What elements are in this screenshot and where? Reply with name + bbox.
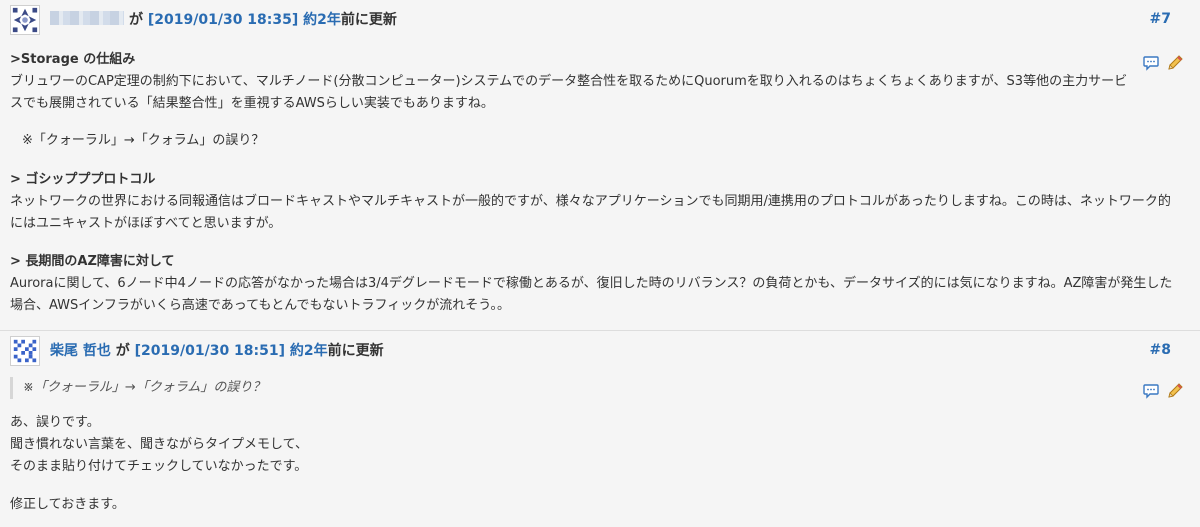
paragraph-line: 聞き慣れない言葉を、聞きながらタイプメモして、 [10,437,308,452]
paragraph-line: ブリュワーのCAP定理の制約下において、マルチノード(分散コンピューター)システ… [10,74,1128,89]
section-heading: >Storage の仕組み [10,52,136,67]
speech-bubble-icon[interactable] [1142,382,1160,400]
journal-actions [1142,382,1184,400]
author-suffix: が [115,343,130,359]
quoted-text: ※「クォーラル」→「クォラム」の誤り？ [10,377,410,399]
author-suffix: が [129,12,143,28]
paragraph-line: あ、誤りです。 [10,415,100,430]
paragraph-line: ネットワークの世界における同報通信はブロードキャストやマルチキャストが一般的です… [10,194,1171,209]
pencil-icon[interactable] [1166,382,1184,400]
paragraph-line: そのまま貼り付けてチェックしていなかったです。 [10,459,308,474]
datetime-link[interactable]: [2019/01/30 18:35] [148,12,298,28]
section-heading: > 長期間のAZ障害に対して [10,254,175,269]
paragraph-line: 場合、AWSインフラがいくら高速であってもとんでもないトラフィックが流れそう。。 [10,298,511,313]
paragraph-line: にはユニキャストがほぼすべてと思いますが。 [10,216,282,231]
journal-entry-7: が [2019/01/30 18:35] 約2年前に更新 #7 >Storage… [0,0,1200,330]
author-link[interactable]: 柴尾 哲也 [50,343,111,359]
paragraph-line: スでも展開されている「結果整合性」を重視するAWSらしい実装でもありますね。 [10,96,494,111]
journal-header: 柴尾 哲也 が [2019/01/30 18:51] 約2年前に更新 #8 [0,331,1200,366]
journal-number-link[interactable]: #8 [1150,342,1171,358]
avatar[interactable] [10,5,40,35]
journal-meta: が [2019/01/30 18:35] 約2年前に更新 [129,9,397,29]
relative-time-link[interactable]: 約2年 [303,12,341,28]
journal-number-link[interactable]: #7 [1150,11,1171,27]
paragraph-line: Auroraに関して、6ノード中4ノードの応答がなかった場合は3/4デグレードモ… [10,276,1173,291]
journal-meta: 柴尾 哲也 が [2019/01/30 18:51] 約2年前に更新 [50,340,384,360]
paragraph-line: 修正しておきます。 [10,497,125,512]
journal-header: が [2019/01/30 18:35] 約2年前に更新 #7 [0,0,1200,35]
redacted-author-name [50,11,124,25]
updated-label: 前に更新 [327,343,384,359]
avatar[interactable] [10,336,40,366]
datetime-link[interactable]: [2019/01/30 18:51] [135,343,285,359]
journal-entry-8: 柴尾 哲也 が [2019/01/30 18:51] 約2年前に更新 #8 ※「… [0,331,1200,527]
note-line: ※「クォーラル」→「クォラム」の誤り？ [22,133,265,148]
relative-time-link[interactable]: 約2年 [290,343,328,359]
section-heading: > ゴシップププロトコル [10,172,156,187]
updated-label: 前に更新 [340,12,397,28]
